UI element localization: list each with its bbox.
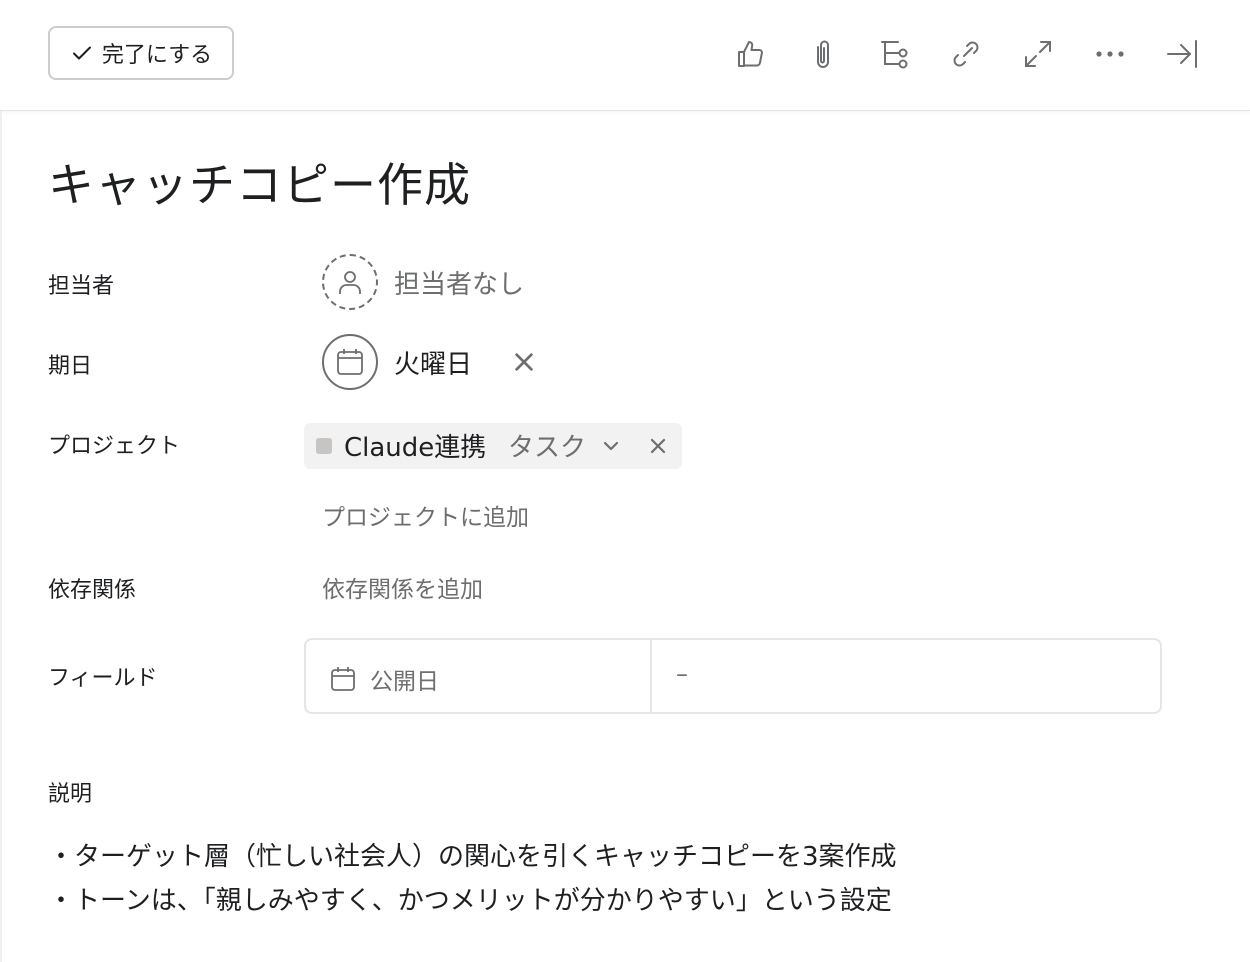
description-line-1[interactable]: ・ターゲット層（忙しい社会人）の関心を引くキャッチコピーを3案作成 <box>48 836 897 873</box>
more-icon <box>1096 51 1124 57</box>
calendar-icon <box>337 349 363 375</box>
add-dependency-link[interactable]: 依存関係を追加 <box>322 570 483 604</box>
project-name[interactable]: Claude連携 <box>344 427 486 464</box>
paperclip-icon <box>817 40 829 68</box>
assignee-avatar-button[interactable] <box>322 254 378 310</box>
custom-fields-table: 公開日 – <box>304 638 1162 714</box>
thumbs-up-icon <box>738 41 763 67</box>
field-divider <box>650 640 652 712</box>
task-toolbar: 完了にする <box>0 0 1250 111</box>
like-button[interactable] <box>730 34 770 74</box>
project-section[interactable]: タスク <box>508 427 586 464</box>
publish-date-value[interactable]: – <box>676 660 688 688</box>
close-icon <box>650 438 666 454</box>
publish-date-label: 公開日 <box>370 669 439 695</box>
expand-icon <box>1025 41 1051 67</box>
chevron-down-icon[interactable] <box>600 435 622 457</box>
dependencies-label: 依存関係 <box>48 578 137 603</box>
subtask-icon <box>881 41 908 69</box>
add-to-project-link[interactable]: プロジェクトに追加 <box>322 498 529 532</box>
attach-button[interactable] <box>802 34 842 74</box>
assignee-label: 担当者 <box>48 274 115 299</box>
link-icon <box>953 41 979 67</box>
fullscreen-button[interactable] <box>1018 34 1058 74</box>
due-date-label: 期日 <box>48 354 93 379</box>
close-icon <box>515 353 533 371</box>
custom-fields-label: フィールド <box>48 666 158 691</box>
due-date-button[interactable] <box>322 334 378 390</box>
project-chip[interactable]: Claude連携 タスク <box>304 423 682 469</box>
mark-complete-button[interactable]: 完了にする <box>48 26 234 80</box>
person-icon <box>339 271 361 294</box>
due-date-value[interactable]: 火曜日 <box>394 344 472 381</box>
description-line-2[interactable]: ・トーンは、「親しみやすく、かつメリットが分かりやすい」という設定 <box>48 880 892 917</box>
add-subtask-button[interactable] <box>874 34 914 74</box>
project-color-swatch <box>316 438 332 454</box>
pane-edge <box>0 111 2 962</box>
task-title[interactable]: キャッチコピー作成 <box>48 150 471 220</box>
projects-label: プロジェクト <box>48 434 181 459</box>
calendar-icon <box>331 667 355 691</box>
remove-project-button[interactable] <box>642 430 674 462</box>
clear-due-date-button[interactable] <box>508 346 540 378</box>
description-label: 説明 <box>48 782 93 807</box>
assignee-value[interactable]: 担当者なし <box>394 264 524 301</box>
check-icon <box>72 46 91 60</box>
close-details-button[interactable] <box>1162 34 1202 74</box>
close-pane-icon <box>1167 40 1197 68</box>
publish-date-field-name: 公開日 <box>330 662 439 696</box>
more-actions-button[interactable] <box>1090 34 1130 74</box>
mark-complete-label: 完了にする <box>101 43 213 68</box>
copy-link-button[interactable] <box>946 34 986 74</box>
